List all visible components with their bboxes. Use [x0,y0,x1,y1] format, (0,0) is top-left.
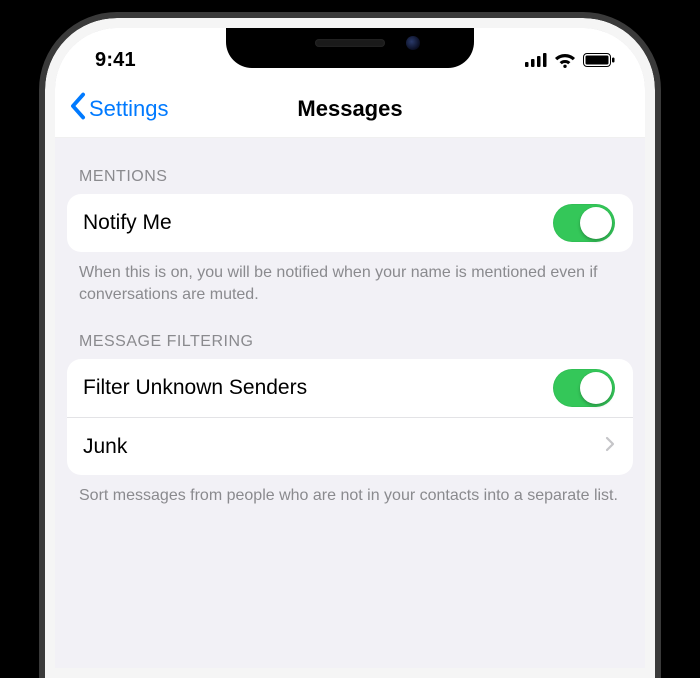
speaker-grille [315,39,385,47]
notify-me-label: Notify Me [83,211,172,235]
chevron-left-icon [69,92,87,126]
settings-content: MENTIONS Notify Me When this is on, you … [55,138,645,511]
group-mentions: Notify Me [67,194,633,252]
back-label: Settings [89,96,169,122]
battery-icon [583,53,615,67]
section-header-filtering: MESSAGE FILTERING [55,309,645,359]
chevron-right-icon [605,436,615,457]
phone-frame: 9:41 Settings Messages [45,18,655,678]
junk-label: Junk [83,435,127,459]
section-header-mentions: MENTIONS [55,144,645,194]
wifi-icon [554,52,576,68]
notify-me-switch[interactable] [553,204,615,242]
notch [226,18,474,68]
back-button[interactable]: Settings [69,92,169,126]
row-junk[interactable]: Junk [67,417,633,475]
row-notify-me[interactable]: Notify Me [67,194,633,252]
filter-unknown-senders-label: Filter Unknown Senders [83,376,307,400]
section-footer-mentions: When this is on, you will be notified wh… [55,252,645,309]
status-time: 9:41 [95,49,136,72]
front-camera [406,36,420,50]
nav-bar: Settings Messages [55,80,645,138]
page-title: Messages [297,96,402,122]
filter-unknown-senders-switch[interactable] [553,369,615,407]
screen: 9:41 Settings Messages [55,28,645,668]
status-icons [525,52,615,68]
row-filter-unknown-senders[interactable]: Filter Unknown Senders [67,359,633,417]
cellular-icon [525,53,547,67]
group-filtering: Filter Unknown Senders Junk [67,359,633,475]
section-footer-filtering: Sort messages from people who are not in… [55,475,645,511]
